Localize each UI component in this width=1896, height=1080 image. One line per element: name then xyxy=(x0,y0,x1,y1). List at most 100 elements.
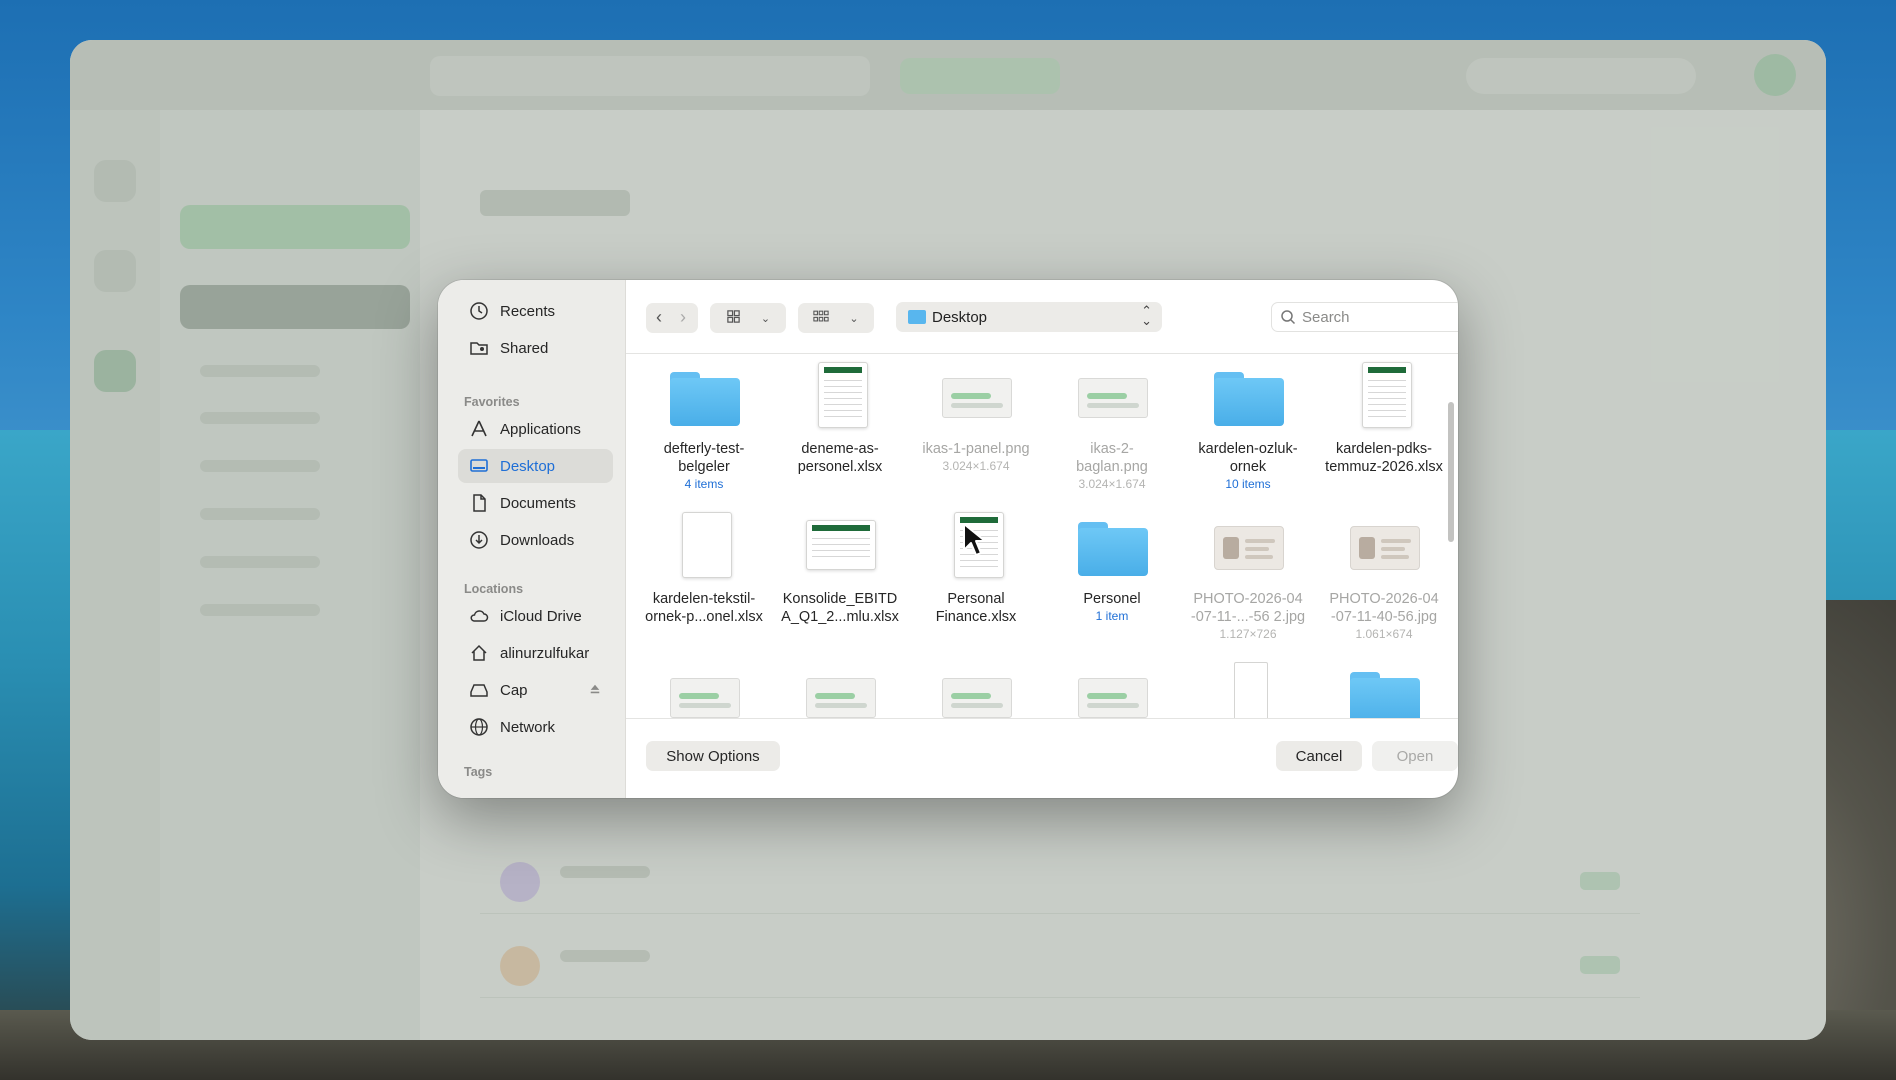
file-name-line-1: kardelen-ozluk- xyxy=(1198,441,1298,457)
chevron-right-icon[interactable]: › xyxy=(680,307,686,328)
file-name: Personel xyxy=(1044,590,1180,608)
view-mode-button[interactable]: ⌄ xyxy=(710,303,786,333)
file-name: defterly-test-belgeler xyxy=(636,440,772,476)
file-name: PHOTO-2026-04 -07-11-...-56 2.jpg xyxy=(1180,590,1316,626)
file-meta: 1 item xyxy=(1095,609,1129,623)
sidebar-item-recents[interactable]: Recents xyxy=(458,294,613,328)
eject-icon[interactable] xyxy=(589,682,601,699)
file-name-line-1: Konsolide_EBITD xyxy=(782,591,898,607)
file-name-line-2: ornek-p...onel.xlsx xyxy=(645,609,763,625)
file-item[interactable]: ikas-2- baglan.png 3.024×1.674 xyxy=(1044,362,1180,491)
image-thumbnail-icon xyxy=(938,662,1014,718)
spreadsheet-icon xyxy=(802,512,878,582)
document-icon xyxy=(468,492,490,514)
sidebar-item-network[interactable]: Network xyxy=(458,710,613,744)
sidebar-item-label: Desktop xyxy=(500,457,556,475)
file-name-line-2: -07-11-40-56.jpg xyxy=(1330,609,1438,625)
file-meta: 1.061×674 xyxy=(1355,627,1413,641)
sidebar-item-label: Documents xyxy=(500,494,576,512)
file-item[interactable]: kardelen-ozluk-ornek 10 items xyxy=(1180,362,1316,491)
sidebar-item-home[interactable]: alinurzulfukar xyxy=(458,636,613,670)
sidebar-item-downloads[interactable]: Downloads xyxy=(458,523,613,557)
file-meta: 4 items xyxy=(684,477,724,491)
file-name-line-2: personel.xlsx xyxy=(797,459,883,475)
nav-buttons: ‹ › xyxy=(646,303,698,333)
scrollbar[interactable] xyxy=(1448,402,1454,542)
file-meta: 3.024×1.674 xyxy=(1078,477,1146,491)
file-item[interactable]: ikas-1-panel.png 3.024×1.674 xyxy=(908,362,1044,473)
file-name-line-2: baglan.png xyxy=(1076,459,1148,475)
file-item[interactable] xyxy=(908,662,1044,718)
image-thumbnail-icon xyxy=(1074,662,1150,718)
sidebar-item-label: Downloads xyxy=(500,531,575,549)
file-item[interactable] xyxy=(772,662,908,718)
file-name: Konsolide_EBITD A_Q1_2...mlu.xlsx xyxy=(772,590,908,626)
cloud-icon xyxy=(468,605,490,627)
file-item[interactable]: defterly-test-belgeler 4 items xyxy=(636,362,772,491)
file-name: kardelen-pdks-temmuz-2026.xlsx xyxy=(1316,440,1452,476)
file-item[interactable]: Konsolide_EBITD A_Q1_2...mlu.xlsx xyxy=(772,512,908,626)
file-item[interactable]: kardelen-tekstil-ornek-p...onel.xlsx xyxy=(636,512,772,626)
location-label: Desktop xyxy=(932,308,988,326)
sidebar-item-applications[interactable]: Applications xyxy=(458,412,613,446)
location-popup[interactable]: Desktop ⌃ ⌄ xyxy=(896,302,1162,332)
cancel-button[interactable]: Cancel xyxy=(1276,741,1362,771)
file-item[interactable] xyxy=(1316,662,1452,718)
file-name-line-2: ornek xyxy=(1229,459,1267,475)
folder-icon xyxy=(1346,662,1422,718)
applications-icon xyxy=(468,418,490,440)
file-name-line-1: kardelen-tekstil- xyxy=(652,591,756,607)
file-name-line-1: defterly-test- xyxy=(663,441,745,457)
group-mode-button[interactable]: ⌄ xyxy=(798,303,874,333)
file-name: Personal Finance.xlsx xyxy=(908,590,1044,626)
dialog-footer: Show Options Cancel Open xyxy=(626,718,1458,798)
show-options-button[interactable]: Show Options xyxy=(646,741,780,771)
folder-icon xyxy=(1210,362,1286,432)
file-name-line-2: -07-11-...-56 2.jpg xyxy=(1190,609,1306,625)
file-item[interactable]: PHOTO-2026-04 -07-11-...-56 2.jpg 1.127×72… xyxy=(1180,512,1316,641)
file-name-line-1: ikas-2- xyxy=(1090,441,1134,457)
file-item[interactable] xyxy=(1180,662,1316,718)
file-item[interactable]: PHOTO-2026-04 -07-11-40-56.jpg 1.061×674 xyxy=(1316,512,1452,641)
search-input[interactable]: Search xyxy=(1271,302,1458,332)
photo-thumbnail-icon xyxy=(1210,512,1286,582)
download-icon xyxy=(468,529,490,551)
sidebar-item-shared[interactable]: Shared xyxy=(458,331,613,365)
globe-icon xyxy=(468,716,490,738)
sidebar-item-label: Network xyxy=(500,718,556,736)
folder-icon xyxy=(908,310,926,324)
icon-grid-icon xyxy=(726,309,741,327)
group-grid-icon xyxy=(813,309,830,327)
sidebar-item-documents[interactable]: Documents xyxy=(458,486,613,520)
file-name: ikas-1-panel.png xyxy=(908,440,1044,458)
file-item[interactable] xyxy=(1044,662,1180,718)
file-name-line-2: temmuz-2026.xlsx xyxy=(1325,459,1443,475)
file-item[interactable]: kardelen-pdks-temmuz-2026.xlsx xyxy=(1316,362,1452,476)
up-down-chevron-icon: ⌃ ⌄ xyxy=(1141,303,1152,328)
sidebar-item-label: Recents xyxy=(500,302,556,320)
file-meta: 3.024×1.674 xyxy=(942,459,1010,473)
file-item[interactable] xyxy=(636,662,772,718)
sidebar-item-label: Cap xyxy=(500,681,528,699)
file-item[interactable]: deneme-as-personel.xlsx xyxy=(772,362,908,476)
file-name-line-2: Finance.xlsx xyxy=(935,609,1017,625)
file-name: kardelen-tekstil-ornek-p...onel.xlsx xyxy=(636,590,772,626)
file-item[interactable]: Personel 1 item xyxy=(1044,512,1180,623)
sidebar-item-label: alinurzulfukar xyxy=(500,644,590,662)
file-name-line-1: ikas-1-panel.png xyxy=(922,441,1030,457)
sidebar-item-cap[interactable]: Cap xyxy=(458,673,613,707)
file-name-line-1: PHOTO-2026-04 xyxy=(1329,591,1439,607)
file-name: PHOTO-2026-04 -07-11-40-56.jpg xyxy=(1316,590,1452,626)
sidebar-item-icloud-drive[interactable]: iCloud Drive xyxy=(458,599,613,633)
file-grid: defterly-test-belgeler 4 items deneme-as-p… xyxy=(626,354,1458,718)
image-thumbnail-icon xyxy=(938,362,1014,432)
open-button[interactable]: Open xyxy=(1372,741,1458,771)
image-thumbnail-icon xyxy=(666,662,742,718)
sidebar-item-label: Shared xyxy=(500,339,549,357)
sidebar-item-desktop[interactable]: Desktop xyxy=(458,449,613,483)
chevron-left-icon[interactable]: ‹ xyxy=(656,307,662,328)
tags-section-label: Tags xyxy=(464,765,493,779)
spreadsheet-icon xyxy=(666,512,742,582)
mouse-cursor-icon xyxy=(963,523,986,556)
file-name: ikas-2- baglan.png xyxy=(1044,440,1180,476)
